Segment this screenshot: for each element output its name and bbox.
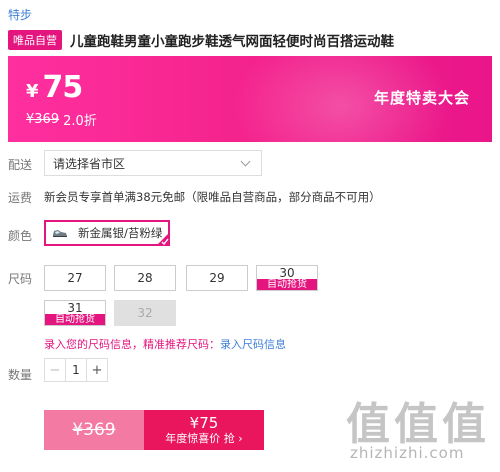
- currency-symbol: ¥: [26, 81, 39, 102]
- buy-now-price: ¥75: [189, 413, 219, 432]
- color-option-selected[interactable]: 新金属银/苔粉绿: [44, 220, 170, 246]
- price-banner: ¥ 75 ¥369 2.0折 年度特卖大会: [8, 56, 492, 142]
- size-option-31[interactable]: 31 自动抢货: [44, 300, 106, 326]
- watermark-glyph: 值: [442, 399, 486, 450]
- size-label: 尺码: [8, 272, 33, 286]
- increment-button[interactable]: +: [86, 359, 107, 381]
- original-price: ¥369: [26, 112, 60, 127]
- region-select[interactable]: 请选择省市区: [44, 150, 262, 176]
- watermark-domain: zhizhizhi.com: [350, 444, 465, 462]
- color-option-label: 新金属银/苔粉绿: [78, 226, 163, 240]
- size-option-30[interactable]: 30 自动抢货: [256, 265, 318, 291]
- size-option-value: 32: [137, 306, 153, 320]
- discount-label: 2.0折: [63, 114, 97, 129]
- site-watermark: 值 值 值 zhizhizhi.com: [340, 388, 500, 472]
- color-label: 颜色: [8, 229, 33, 243]
- check-corner-icon: [156, 232, 170, 246]
- original-price-row: ¥369 2.0折: [26, 110, 97, 129]
- vip-self-operated-badge: 唯品自营: [8, 30, 62, 50]
- size-option-28[interactable]: 28: [114, 265, 176, 291]
- size-option-value: 30: [279, 266, 295, 280]
- product-title-row: 唯品自营 儿童跑鞋男童小童跑步鞋透气网面轻便时尚百搭运动鞋: [8, 30, 492, 50]
- chevron-down-icon: [240, 156, 251, 167]
- shoe-thumbnail-icon: [52, 228, 68, 238]
- auto-grab-tag: 自动抢货: [257, 279, 317, 290]
- size-option-value: 28: [137, 271, 153, 285]
- quantity-label: 数量: [8, 368, 33, 382]
- shipping-label: 运费: [8, 191, 33, 205]
- quantity-value[interactable]: 1: [66, 359, 86, 381]
- quantity-stepper: − 1 +: [44, 358, 108, 382]
- size-info-text: 录入您的尺码信息，精准推荐尺码：: [44, 338, 220, 351]
- size-info-prompt: 录入您的尺码信息，精准推荐尺码：录入尺码信息: [44, 336, 286, 352]
- price-value: 75: [42, 70, 84, 105]
- promo-title: 年度特卖大会: [373, 89, 470, 107]
- size-option-32[interactable]: 32: [114, 300, 176, 326]
- original-price-button[interactable]: ¥369: [44, 410, 144, 450]
- size-option-29[interactable]: 29: [186, 265, 248, 291]
- buy-now-button[interactable]: ¥75 年度惊喜价 抢 ›: [144, 410, 264, 450]
- enter-size-info-link[interactable]: 录入尺码信息: [220, 338, 286, 351]
- watermark-glyph: 值: [394, 399, 438, 450]
- buy-now-caption: 年度惊喜价 抢 ›: [165, 431, 243, 445]
- current-price: ¥ 75: [26, 70, 84, 105]
- original-price-text: ¥369: [72, 420, 116, 440]
- region-select-placeholder: 请选择省市区: [53, 156, 126, 171]
- size-option-value: 27: [67, 271, 83, 285]
- watermark-glyph: 值: [346, 399, 390, 450]
- decrement-button[interactable]: −: [45, 359, 66, 381]
- size-option-value: 29: [209, 271, 225, 285]
- breadcrumb[interactable]: 特步: [8, 6, 32, 23]
- shipping-info: 新会员专享首单满38元免邮（限唯品自营商品，部分商品不可用）: [44, 190, 381, 204]
- auto-grab-tag: 自动抢货: [45, 314, 105, 325]
- size-option-value: 31: [67, 301, 83, 315]
- product-title: 儿童跑鞋男童小童跑步鞋透气网面轻便时尚百搭运动鞋: [70, 34, 394, 50]
- delivery-label: 配送: [8, 158, 33, 172]
- size-option-27[interactable]: 27: [44, 265, 106, 291]
